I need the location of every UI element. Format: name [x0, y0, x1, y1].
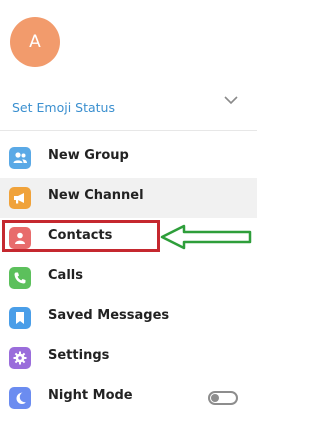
- telegram-side-menu: A Set Emoji Status New Group New Channel: [0, 0, 257, 433]
- menu-item-calls[interactable]: Calls: [0, 258, 257, 298]
- menu-item-new-channel[interactable]: New Channel: [0, 178, 257, 218]
- menu-item-night-mode[interactable]: Night Mode: [0, 378, 257, 418]
- phone-icon: [9, 267, 31, 289]
- profile-header: A Set Emoji Status: [0, 0, 257, 131]
- chevron-down-icon[interactable]: [223, 94, 239, 106]
- menu-label-saved-messages: Saved Messages: [48, 308, 170, 323]
- moon-icon: [9, 387, 31, 409]
- menu-item-new-group[interactable]: New Group: [0, 138, 257, 178]
- bookmark-icon: [9, 307, 31, 329]
- menu-label-settings: Settings: [48, 348, 110, 363]
- group-icon: [9, 147, 31, 169]
- menu-label-night-mode: Night Mode: [48, 388, 133, 403]
- megaphone-icon: [9, 187, 31, 209]
- contacts-highlight-box: [2, 220, 160, 252]
- menu-label-calls: Calls: [48, 268, 83, 283]
- avatar-initial: A: [29, 32, 41, 52]
- menu-item-settings[interactable]: Settings: [0, 338, 257, 378]
- menu-label-new-group: New Group: [48, 148, 129, 163]
- menu-label-new-channel: New Channel: [48, 188, 144, 203]
- green-arrow-icon: [160, 224, 252, 250]
- night-mode-toggle[interactable]: [208, 391, 238, 405]
- menu-item-saved-messages[interactable]: Saved Messages: [0, 298, 257, 338]
- set-emoji-status-link[interactable]: Set Emoji Status: [12, 100, 115, 115]
- avatar[interactable]: A: [10, 17, 60, 67]
- toggle-knob: [211, 394, 219, 402]
- gear-icon: [9, 347, 31, 369]
